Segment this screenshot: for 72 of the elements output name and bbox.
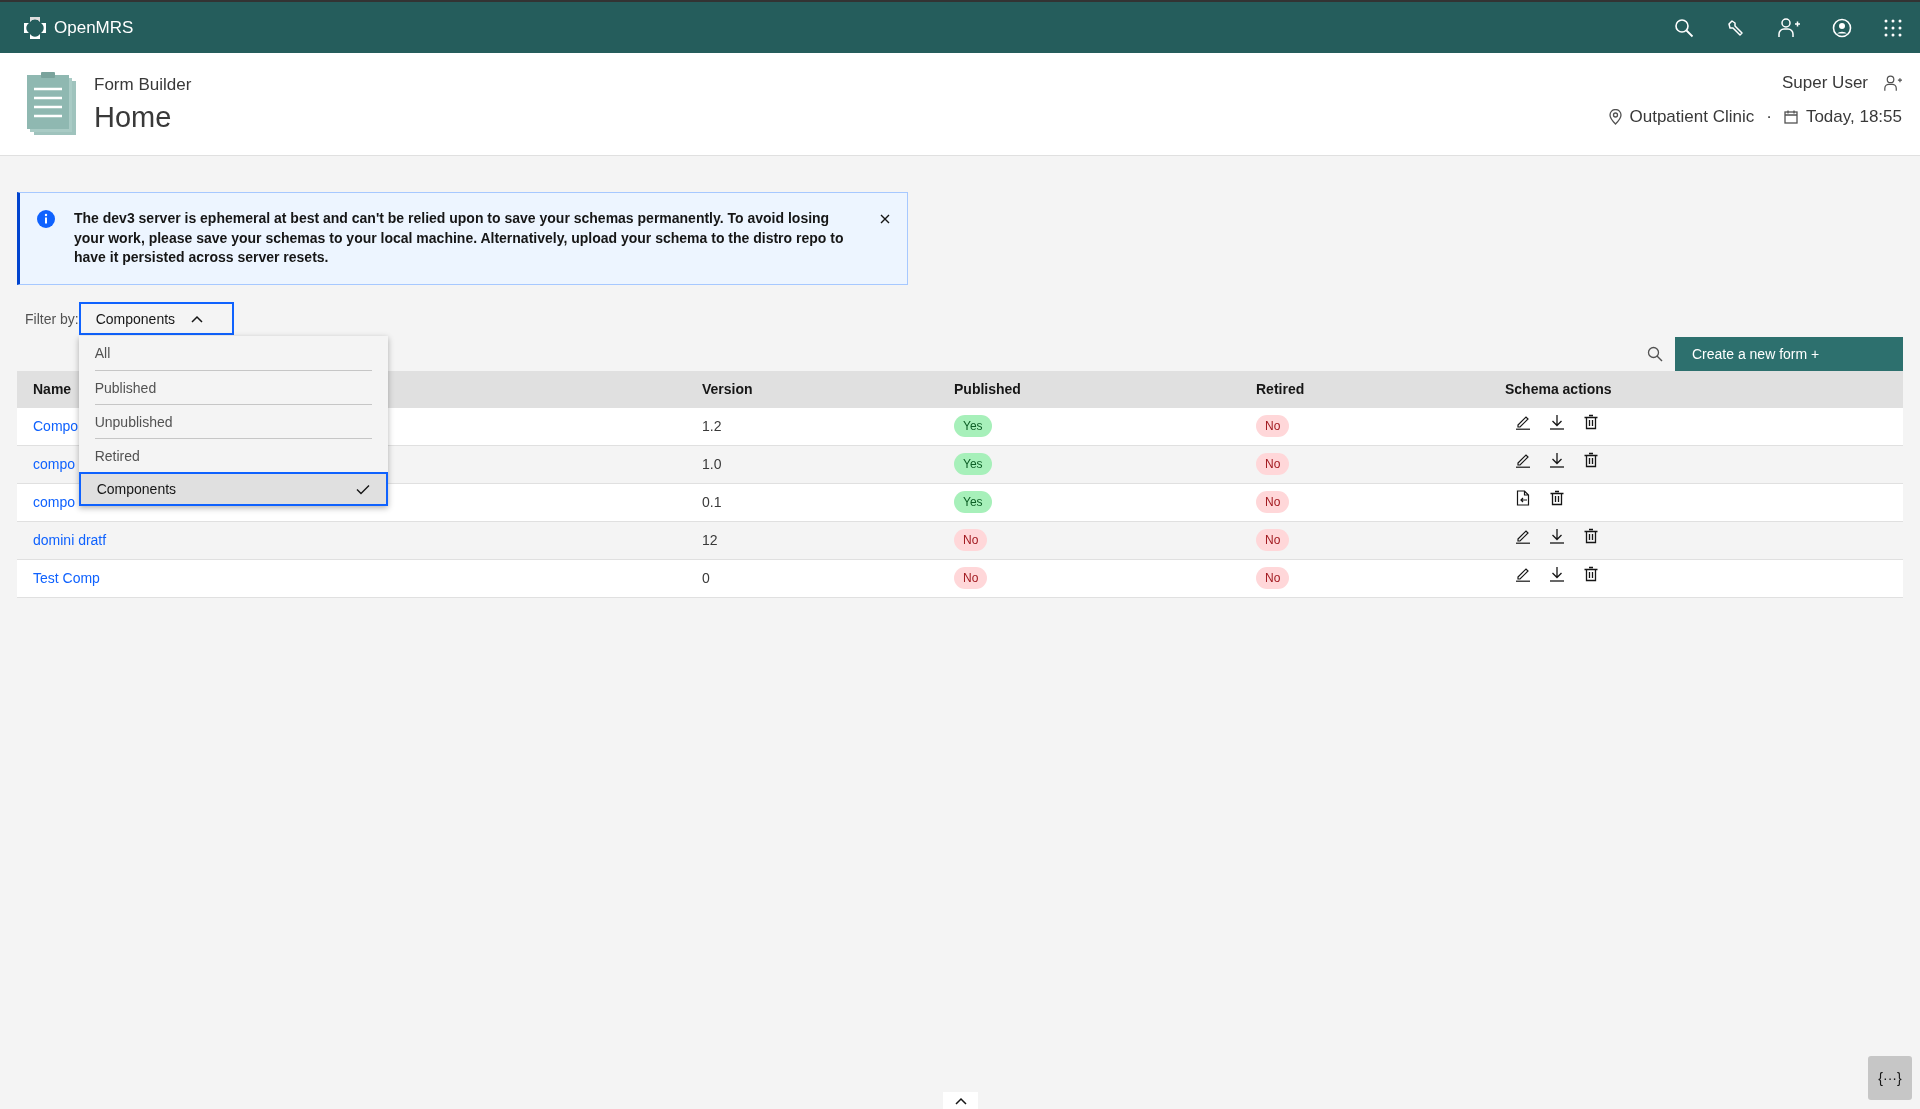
calendar-icon (1783, 110, 1798, 124)
status-tag: Yes (954, 491, 992, 513)
status-tag: No (1256, 567, 1290, 589)
form-name-link[interactable]: Test Comp (33, 570, 100, 586)
create-form-button[interactable]: Create a new form + (1675, 336, 1903, 371)
version-text: 1.2 (702, 418, 722, 434)
add-user-icon[interactable] (1884, 74, 1902, 92)
column-header[interactable]: Name (33, 381, 72, 397)
brand-name: OpenMRS (54, 17, 134, 38)
status-tag: No (954, 567, 988, 589)
version-text: 1.0 (702, 456, 722, 472)
trash-icon[interactable] (1549, 490, 1565, 506)
date-time: Today, 18:55 (1805, 107, 1902, 127)
location-pin-icon (1608, 109, 1622, 125)
devtools-button[interactable]: {···} (1868, 1056, 1912, 1100)
document-import-icon[interactable] (1515, 490, 1531, 506)
status-tag: No (1256, 529, 1290, 551)
download-icon[interactable] (1549, 528, 1565, 544)
trash-icon[interactable] (1583, 452, 1599, 468)
checkmark-icon (355, 483, 370, 495)
clipboard-icon (26, 71, 78, 137)
dropdown-option[interactable]: Published (94, 370, 372, 404)
add-user-icon[interactable] (1778, 17, 1800, 38)
column-header[interactable]: Version (702, 381, 753, 397)
status-tag: No (954, 529, 988, 551)
version-text: 0.1 (702, 494, 722, 510)
status-tag: No (1256, 415, 1290, 437)
form-name-link[interactable]: Compo (33, 418, 79, 434)
page-title: Home (94, 100, 173, 134)
filter-dropdown[interactable]: Components (78, 302, 234, 335)
notification-message: The dev3 server is ephemeral at best and can't be relied upon to save your schemas permanently. To avoid losing your work, please save your schemas to your local machine. Alternatively, upload your schema to the distro repo to have it persisted across server resets. (74, 209, 845, 267)
trash-icon[interactable] (1583, 414, 1599, 430)
status-tag: Yes (954, 415, 992, 437)
separator-dot: · (1766, 107, 1772, 127)
version-text: 12 (702, 532, 718, 548)
form-name-link[interactable]: compo (33, 456, 76, 472)
status-tag: No (1256, 491, 1290, 513)
column-header[interactable]: Published (954, 381, 1021, 397)
caret-icon (191, 314, 204, 323)
form-name-link[interactable]: compo (33, 494, 76, 510)
caret-up-icon (954, 1096, 967, 1105)
download-icon[interactable] (1549, 414, 1565, 430)
search-icon[interactable] (1647, 345, 1663, 362)
column-header[interactable]: Retired (1256, 381, 1305, 397)
app-grid-icon[interactable] (1884, 18, 1902, 37)
status-tag: Yes (954, 453, 992, 475)
trash-icon[interactable] (1583, 566, 1599, 582)
search-icon[interactable] (1674, 17, 1694, 38)
collapse-button[interactable] (943, 1092, 978, 1109)
app-name: Form Builder (94, 74, 192, 95)
wrench-icon[interactable] (1726, 17, 1746, 38)
download-icon[interactable] (1549, 452, 1565, 468)
version-text: 0 (702, 570, 710, 586)
column-header[interactable]: Schema actions (1505, 381, 1612, 397)
trash-icon[interactable] (1583, 528, 1599, 544)
download-icon[interactable] (1549, 566, 1565, 582)
edit-icon[interactable] (1515, 528, 1531, 544)
edit-icon[interactable] (1515, 414, 1531, 430)
status-tag: No (1256, 453, 1290, 475)
location-name[interactable]: Outpatient Clinic (1629, 107, 1755, 127)
info-icon (37, 210, 55, 228)
edit-icon[interactable] (1515, 452, 1531, 468)
user-avatar-icon[interactable] (1832, 17, 1852, 38)
logo-icon (22, 14, 48, 41)
user-name: Super User (1782, 73, 1868, 93)
dropdown-option[interactable]: Unpublished (94, 404, 372, 438)
dropdown-option[interactable]: Components (78, 472, 388, 506)
filter-label: Filter by: (25, 310, 79, 327)
dropdown-option[interactable]: All (94, 336, 372, 370)
form-name-link[interactable]: domini dratf (33, 532, 107, 548)
edit-icon[interactable] (1515, 566, 1531, 582)
close-icon[interactable] (879, 213, 891, 225)
